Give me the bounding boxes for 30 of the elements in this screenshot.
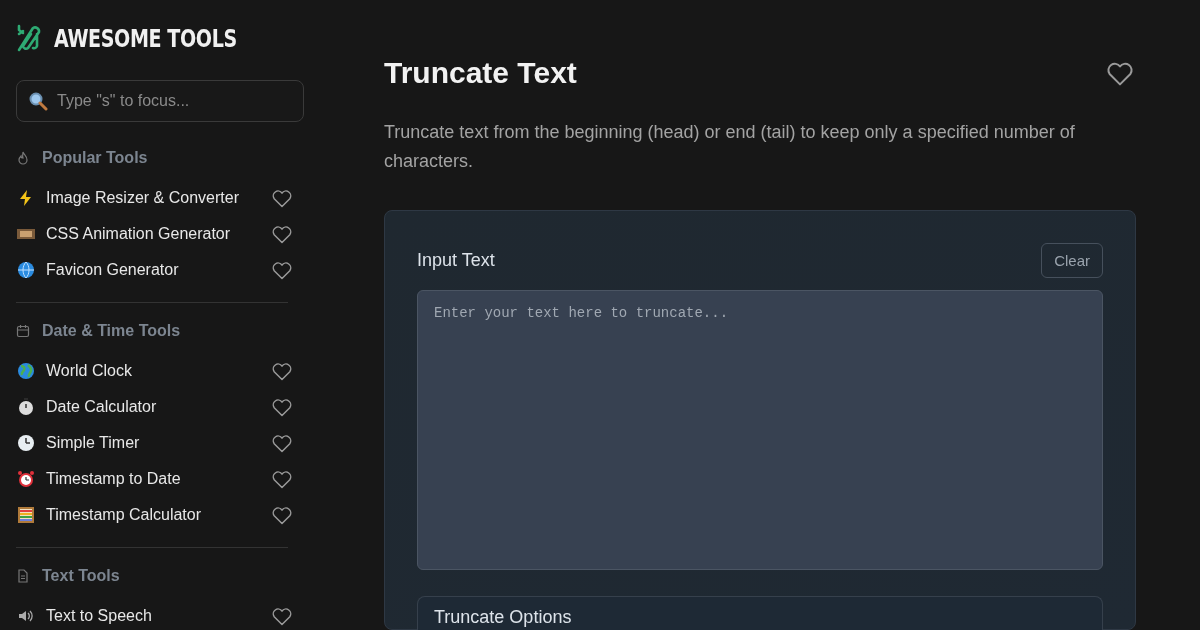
sidebar-item[interactable]: Text to Speech — [16, 598, 304, 630]
logo-icon — [16, 24, 42, 52]
sidebar-item[interactable]: Timestamp Calculator — [16, 497, 304, 533]
globe-icon — [17, 362, 35, 380]
section-heading: Popular Tools — [42, 149, 148, 167]
search-field[interactable]: Type "s" to focus... — [16, 80, 304, 122]
globe-icon — [17, 261, 35, 279]
abacus-icon — [17, 506, 35, 524]
sidebar-item[interactable]: Favicon Generator — [16, 252, 304, 288]
document-icon — [16, 569, 30, 583]
stopwatch-icon — [17, 398, 35, 416]
sidebar-item[interactable]: Simple Timer — [16, 425, 304, 461]
clear-button[interactable]: Clear — [1041, 243, 1103, 278]
field-label: Input Text — [417, 250, 495, 271]
page-description: Truncate text from the beginning (head) or end (tail) to keep only a specified number of characters. — [384, 121, 1076, 173]
sidebar-item[interactable]: Timestamp to Date — [16, 461, 304, 497]
calendar-icon — [16, 324, 30, 338]
input-text-field[interactable]: Enter your text here to truncate... — [417, 290, 1103, 570]
section-heading: Date & Time Tools — [42, 322, 181, 340]
sidebar-item[interactable]: Date Calculator — [16, 389, 304, 425]
logo-text: AWESOME TOOLS — [54, 23, 237, 53]
sidebar-item[interactable]: CSS Animation Generator — [16, 216, 304, 252]
panel-title: Truncate Options — [434, 607, 572, 627]
alarm-clock-icon — [17, 470, 35, 488]
sidebar-item[interactable]: World Clock — [16, 353, 304, 389]
flame-icon — [16, 151, 30, 165]
clock-icon — [17, 434, 35, 452]
sidebar-item[interactable]: Image Resizer & Converter — [16, 180, 304, 216]
section-heading: Text Tools — [42, 567, 120, 585]
page-title: Truncate Text — [384, 56, 577, 90]
